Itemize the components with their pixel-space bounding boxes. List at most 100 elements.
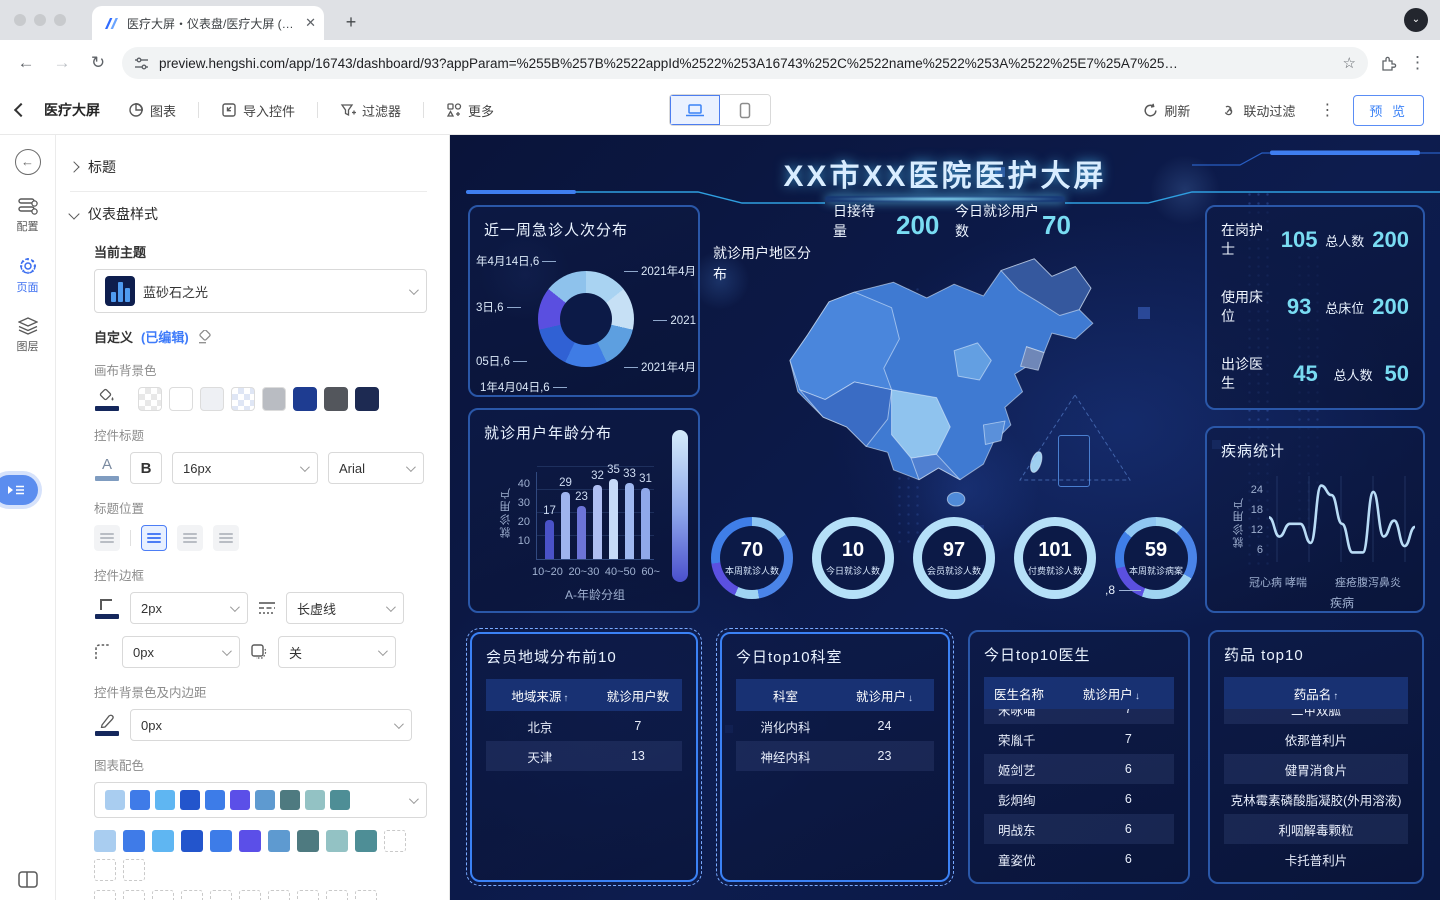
gauge-ring[interactable]: 10 今日就诊人数 (812, 517, 894, 599)
gauge-ring[interactable]: 70 本周就诊人数 (711, 517, 793, 599)
sidebar-item-layers[interactable]: 图层 (17, 317, 39, 354)
font-size-select[interactable]: 16px (172, 452, 318, 484)
panel-bed-stats[interactable]: 在岗护 士 105 总人数 200 使用床 位 93 总床位 200 出诊医 生… (1205, 205, 1425, 410)
paint-bucket-icon[interactable] (94, 388, 120, 411)
table-row[interactable]: 依那普利片 (1224, 724, 1408, 754)
reload-icon[interactable]: ↻ (86, 53, 110, 73)
bookmark-star-icon[interactable]: ☆ (1343, 54, 1356, 72)
bar[interactable] (609, 478, 618, 559)
charts-button[interactable]: 图表 (122, 96, 182, 125)
radius-select[interactable]: 0px (122, 636, 240, 668)
empty-swatch[interactable] (355, 890, 377, 900)
corner-radius-icon[interactable] (94, 643, 112, 661)
table-row[interactable]: 克林霉素磷酸脂凝胶(外用溶液) (1224, 784, 1408, 814)
bar[interactable] (593, 485, 602, 559)
empty-swatch[interactable] (239, 890, 261, 900)
table-row[interactable]: 卡托普利片 (1224, 844, 1408, 874)
url-text[interactable]: preview.hengshi.com/app/16743/dashboard/… (159, 56, 1333, 71)
empty-swatch[interactable] (210, 890, 232, 900)
table-row[interactable]: 消化内科 24 (736, 711, 934, 741)
shadow-icon[interactable] (250, 643, 268, 661)
panel-dept-table[interactable]: 今日top10科室 科室 就诊用户 ↓ 消化内科 24 神经内科 23 (716, 628, 954, 886)
padding-select[interactable]: 0px (130, 709, 412, 741)
site-settings-icon[interactable] (134, 56, 149, 71)
collapse-panel-icon[interactable]: ← (14, 149, 41, 175)
back-icon[interactable]: ← (14, 53, 38, 73)
browser-menu-icon[interactable]: ⋮ (1409, 53, 1426, 73)
border-width-select[interactable]: 2px (130, 592, 248, 624)
table-row[interactable]: 彭炯绚 6 (984, 784, 1174, 814)
new-tab-button[interactable]: + (338, 10, 364, 36)
title-left-button[interactable] (141, 525, 167, 551)
palette-swatch[interactable] (152, 830, 174, 852)
bold-button[interactable]: B (130, 452, 162, 484)
toggle-sidebar-icon[interactable] (0, 871, 56, 888)
table-row[interactable]: 荣胤千 7 (984, 724, 1174, 754)
table-row[interactable]: 童姿优 6 (984, 844, 1174, 874)
title-center-button[interactable] (177, 525, 203, 551)
palette-swatch[interactable] (326, 830, 348, 852)
table-row[interactable]: 天津 13 (486, 741, 682, 771)
table-row[interactable]: 明战东 6 (984, 814, 1174, 844)
panel-drug-table[interactable]: 药品 top10 药品名 ↑ 二甲双胍 依那普利片 健胃消食片 克林霉素磷酸脂凝胶(外用… (1208, 630, 1424, 884)
bar[interactable] (641, 487, 650, 559)
border-style-select[interactable]: 长虚线 (286, 592, 404, 624)
bar[interactable] (577, 506, 586, 559)
table-row[interactable]: 姬剑艺 6 (984, 754, 1174, 784)
empty-swatch[interactable] (94, 890, 116, 900)
empty-swatch[interactable] (384, 830, 406, 852)
filter-button[interactable]: 过滤器 (334, 96, 407, 125)
table-row[interactable]: 健胃消食片 (1224, 754, 1408, 784)
bar[interactable] (625, 483, 634, 559)
title-right-button[interactable] (213, 525, 239, 551)
empty-swatch[interactable] (152, 890, 174, 900)
clear-format-icon[interactable] (197, 329, 212, 344)
mobile-view-button[interactable] (720, 95, 770, 125)
bg-swatch[interactable] (262, 387, 286, 411)
desktop-view-button[interactable] (670, 95, 720, 125)
table-row[interactable]: 北京 7 (486, 711, 682, 741)
line-style-icon[interactable] (258, 600, 276, 616)
title-hidden-button[interactable] (94, 525, 120, 551)
refresh-button[interactable]: 刷新 (1137, 96, 1196, 125)
empty-swatch[interactable] (94, 859, 116, 881)
palette-select[interactable] (94, 782, 427, 818)
gauge-ring[interactable]: 97 会员就诊人数 (913, 517, 995, 599)
toolbar-menu-icon[interactable]: ⋮ (1319, 100, 1335, 120)
section-dashboard-style[interactable]: 仪表盘样式 (68, 196, 427, 232)
sidebar-item-config[interactable]: 配置 (17, 197, 39, 234)
panel-disease[interactable]: 疾病统计 就诊用户 24 18 12 6 冠心病 哮喘 痤疮腹泻鼻炎 疾病 (1205, 426, 1425, 613)
table-row[interactable]: 利咽解毒颗粒 (1224, 814, 1408, 844)
font-color-button[interactable]: A (94, 456, 120, 481)
panel-doctor-table[interactable]: 今日top10医生 医生名称 就诊用户 ↓ 宋咏喵 7 荣胤千 7 姬剑艺 6 彭炯绚 6 明战东… (968, 630, 1190, 884)
panel-er-week[interactable]: 近一周急诊人次分布 年4月14日,6 3日,6 05日,6 1年4月04日,6 … (468, 205, 700, 397)
window-controls[interactable] (14, 14, 66, 26)
donut-chart[interactable] (538, 271, 634, 367)
import-widget-button[interactable]: 导入控件 (215, 96, 301, 125)
panel-age[interactable]: 就诊用户年龄分布 就诊用户 40 30 20 10 17 29 23 32 35 33 31 10… (468, 408, 700, 613)
palette-swatch[interactable] (297, 830, 319, 852)
palette-swatch[interactable] (355, 830, 377, 852)
tab-close-icon[interactable]: ✕ (305, 15, 316, 31)
dashboard-canvas[interactable]: XX市XX医院医护大屏 日接待 量 200 今日就诊用户 数 70 就诊用户地区… (450, 135, 1440, 900)
empty-swatch[interactable] (181, 890, 203, 900)
palette-swatch[interactable] (239, 830, 261, 852)
gauge-ring[interactable]: 101 付费就诊人数 (1014, 517, 1096, 599)
extensions-icon[interactable] (1380, 55, 1397, 72)
bar[interactable] (561, 492, 570, 559)
font-family-select[interactable]: Arial (328, 452, 424, 484)
palette-swatch[interactable] (268, 830, 290, 852)
bar-chart[interactable]: 17 29 23 32 35 33 31 (536, 464, 654, 560)
palette-swatch[interactable] (123, 830, 145, 852)
panel-handle-button[interactable] (0, 475, 38, 505)
table-row[interactable]: 二甲双胍 (1224, 709, 1408, 724)
line-chart[interactable] (1269, 476, 1415, 566)
palette-swatch[interactable] (181, 830, 203, 852)
linked-filter-button[interactable]: 联动过滤 (1214, 96, 1301, 125)
table-row[interactable]: 宋咏喵 7 (984, 709, 1174, 724)
palette-swatch[interactable] (210, 830, 232, 852)
empty-swatch[interactable] (326, 890, 348, 900)
marker-icon[interactable] (94, 714, 120, 736)
bg-swatch[interactable] (231, 387, 255, 411)
panel-region-table[interactable]: 会员地域分布前10 地域来源 ↑ 就诊用户数 北京 7 天津 13 (466, 628, 702, 886)
